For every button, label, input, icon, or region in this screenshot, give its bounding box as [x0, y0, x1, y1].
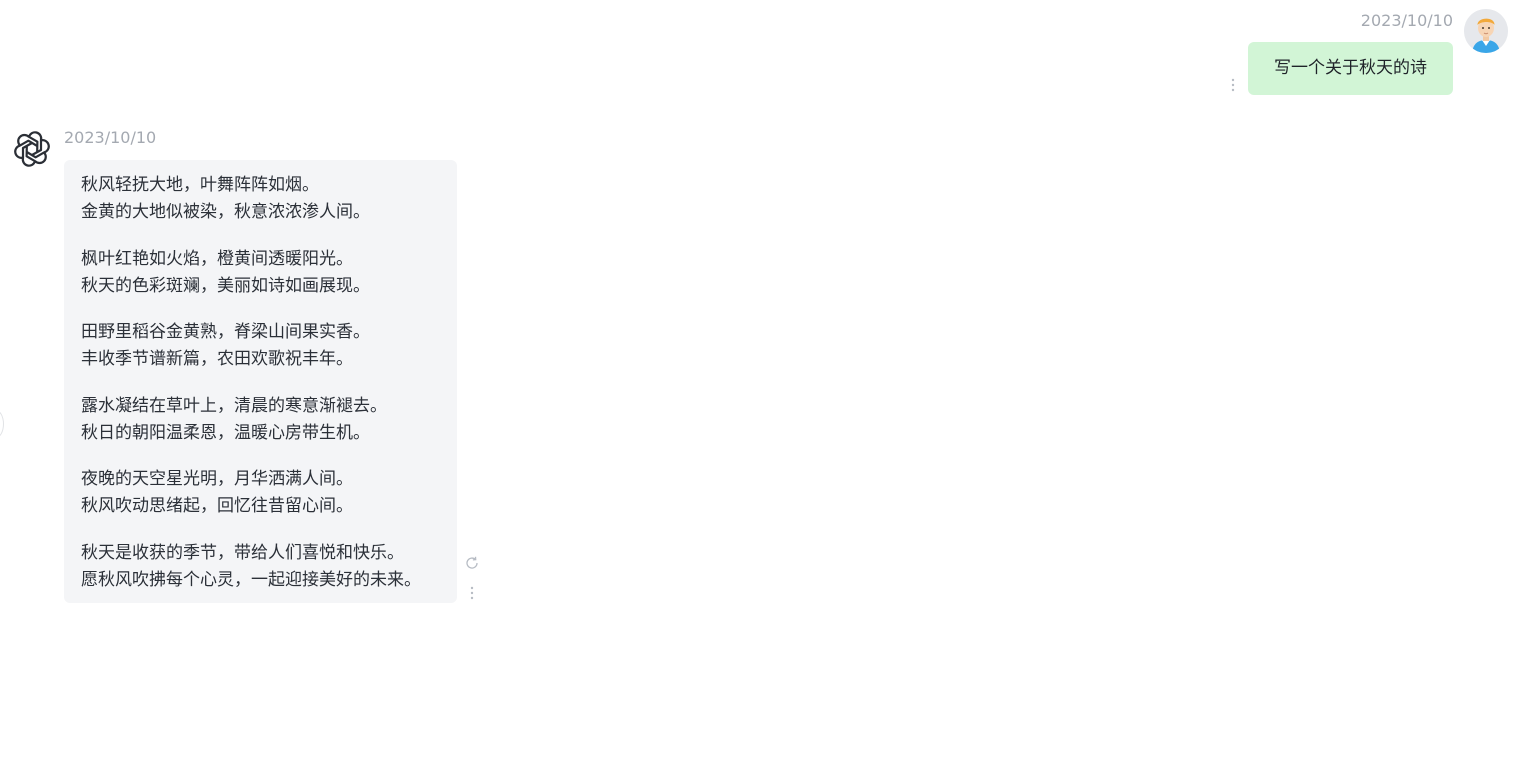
poem-stanza: 露水凝结在草叶上，清晨的寒意渐褪去。 秋日的朝阳温柔恩，温暖心房带生机。	[81, 393, 447, 447]
poem-line: 枫叶红艳如火焰，橙黄间透暖阳光。	[81, 248, 353, 269]
poem-line: 秋天的色彩斑斓，美丽如诗如画展现。	[81, 275, 370, 296]
user-avatar-icon	[1464, 9, 1508, 53]
openai-logo-icon	[12, 129, 52, 169]
collapse-sidebar-handle[interactable]	[0, 410, 4, 438]
poem-stanza: 秋天是收获的季节，带给人们喜悦和快乐。 愿秋风吹拂每个心灵，一起迎接美好的未来。	[81, 540, 447, 594]
poem-stanza: 田野里稻谷金黄熟，脊梁山间果实香。 丰收季节谱新篇，农田欢歌祝丰年。	[81, 319, 447, 373]
bot-message-timestamp: 2023/10/10	[64, 128, 157, 147]
poem-line: 秋天是收获的季节，带给人们喜悦和快乐。	[81, 542, 404, 563]
chat-page: 2023/10/10 写一个关于秋天的诗 2023/10/10 秋风轻抚大地，叶…	[0, 0, 1514, 779]
poem-line: 秋风吹动思绪起，回忆往昔留心间。	[81, 496, 353, 516]
bot-message-bubble: 秋风轻抚大地，叶舞阵阵如烟。 金黄的大地似被染，秋意浓浓渗人间。 枫叶红艳如火焰…	[64, 160, 457, 603]
user-message-bubble: 写一个关于秋天的诗	[1248, 42, 1453, 95]
poem-line: 秋日的朝阳温柔恩，温暖心房带生机。	[81, 422, 370, 443]
poem-stanza: 夜晚的天空星光明，月华洒满人间。 秋风吹动思绪起，回忆往昔留心间。	[81, 466, 447, 520]
poem-line: 金黄的大地似被染，秋意浓浓渗人间。	[81, 202, 370, 222]
user-message-timestamp: 2023/10/10	[1360, 11, 1453, 30]
poem-stanza: 秋风轻抚大地，叶舞阵阵如烟。 金黄的大地似被染，秋意浓浓渗人间。	[81, 172, 447, 226]
poem-line: 田野里稻谷金黄熟，脊梁山间果实香。	[81, 322, 370, 342]
poem-stanza: 枫叶红艳如火焰，橙黄间透暖阳光。 秋天的色彩斑斓，美丽如诗如画展现。	[81, 246, 447, 300]
refresh-icon[interactable]	[464, 555, 480, 571]
poem-line: 丰收季节谱新篇，农田欢歌祝丰年。	[81, 349, 353, 369]
poem-line: 秋风轻抚大地，叶舞阵阵如烟。	[81, 175, 319, 195]
poem-line: 夜晚的天空星光明，月华洒满人间。	[81, 469, 353, 489]
poem-line: 愿秋风吹拂每个心灵，一起迎接美好的未来。	[81, 569, 421, 590]
poem-line: 露水凝结在草叶上，清晨的寒意渐褪去。	[81, 395, 387, 416]
more-vertical-icon[interactable]	[465, 584, 479, 602]
more-vertical-icon[interactable]	[1226, 76, 1240, 94]
